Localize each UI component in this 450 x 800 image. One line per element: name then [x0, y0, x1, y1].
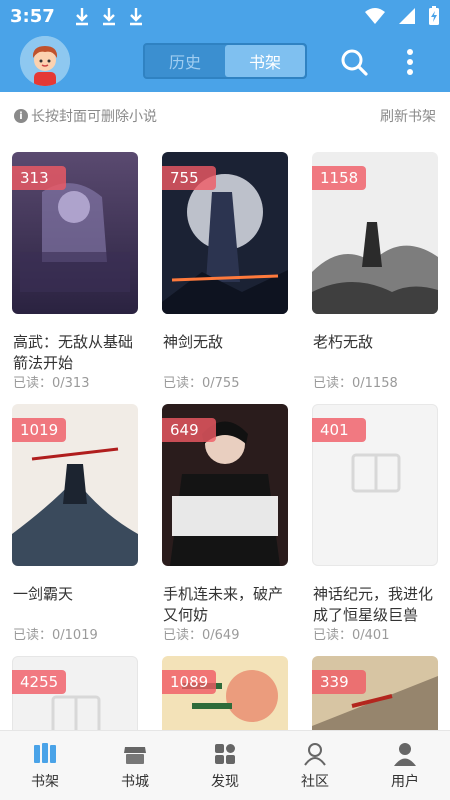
read-progress: 已读：0/1019	[13, 628, 98, 643]
chapter-count-badge: 4255	[12, 670, 67, 694]
bottom-nav: 书架 书城 发现 社区 用户	[0, 730, 450, 800]
book-title: 老朽无敌	[313, 333, 374, 351]
read-progress: 已读：0/1158	[313, 376, 398, 391]
battery-icon	[429, 6, 439, 25]
nav-community[interactable]: 社区	[270, 731, 360, 800]
book-title: 神剑无敌	[163, 333, 224, 351]
search-icon[interactable]	[340, 48, 368, 76]
chapter-count-badge: 339	[312, 670, 366, 694]
avatar[interactable]	[20, 36, 70, 86]
chapter-count-badge: 649	[162, 418, 216, 442]
discover-grid-icon	[215, 743, 235, 764]
tab-history[interactable]: 历史	[145, 45, 225, 77]
chapter-count-badge: 401	[312, 418, 366, 442]
read-progress: 已读：0/401	[313, 628, 390, 643]
wifi-icon	[365, 8, 385, 24]
refresh-shelf-button[interactable]: 刷新书架	[380, 106, 436, 126]
read-progress: 已读：0/755	[163, 376, 240, 391]
book-title: 手机连未来，破产又何妨	[163, 585, 284, 624]
chapter-count-badge: 755	[162, 166, 216, 190]
read-progress: 已读：0/313	[13, 376, 90, 391]
info-icon: i	[14, 109, 28, 123]
chapter-count-badge: 1158	[312, 166, 367, 190]
bookshelf-icon	[34, 742, 56, 763]
avatar-boy-icon	[20, 36, 70, 86]
nav-store-label: 书城	[121, 773, 149, 790]
nav-store[interactable]: 书城	[90, 731, 180, 800]
tab-shelf[interactable]: 书架	[225, 45, 305, 77]
signal-icon	[399, 8, 415, 24]
nav-community-label: 社区	[301, 773, 329, 790]
user-icon	[394, 742, 416, 766]
view-switch: 历史 书架	[143, 43, 307, 79]
download-icon	[75, 8, 88, 26]
nav-shelf[interactable]: 书架	[0, 731, 90, 800]
community-icon	[304, 742, 326, 766]
hint-row: i 长按封面可删除小说 刷新书架	[0, 92, 450, 140]
store-icon	[124, 746, 146, 764]
nav-discover[interactable]: 发现	[180, 731, 270, 800]
app-bar: 历史 书架	[0, 32, 450, 92]
chapter-count-badge: 313	[12, 166, 66, 190]
nav-user[interactable]: 用户	[360, 731, 450, 800]
hint-text: 长按封面可删除小说	[31, 109, 157, 125]
book-title: 高武：无敌从基础箭法开始	[13, 333, 134, 372]
nav-user-label: 用户	[391, 773, 419, 790]
status-time: 3:57	[10, 5, 55, 27]
more-menu-icon[interactable]	[400, 48, 420, 76]
chapter-count-badge: 1089	[162, 670, 217, 694]
book-title: 神话纪元，我进化成了恒星级巨兽	[313, 585, 434, 624]
status-bar: 3:57	[0, 0, 450, 32]
book-title: 一剑霸天	[13, 585, 74, 603]
download-icon	[129, 8, 142, 26]
download-icon	[102, 8, 115, 26]
nav-shelf-label: 书架	[31, 773, 59, 790]
chapter-count-badge: 1019	[12, 418, 67, 442]
read-progress: 已读：0/649	[163, 628, 240, 643]
bookshelf-grid: 313 高武：无敌从基础箭法开始 已读：0/313 755 神剑无敌 已读：0/…	[0, 140, 450, 730]
nav-discover-label: 发现	[211, 773, 239, 790]
